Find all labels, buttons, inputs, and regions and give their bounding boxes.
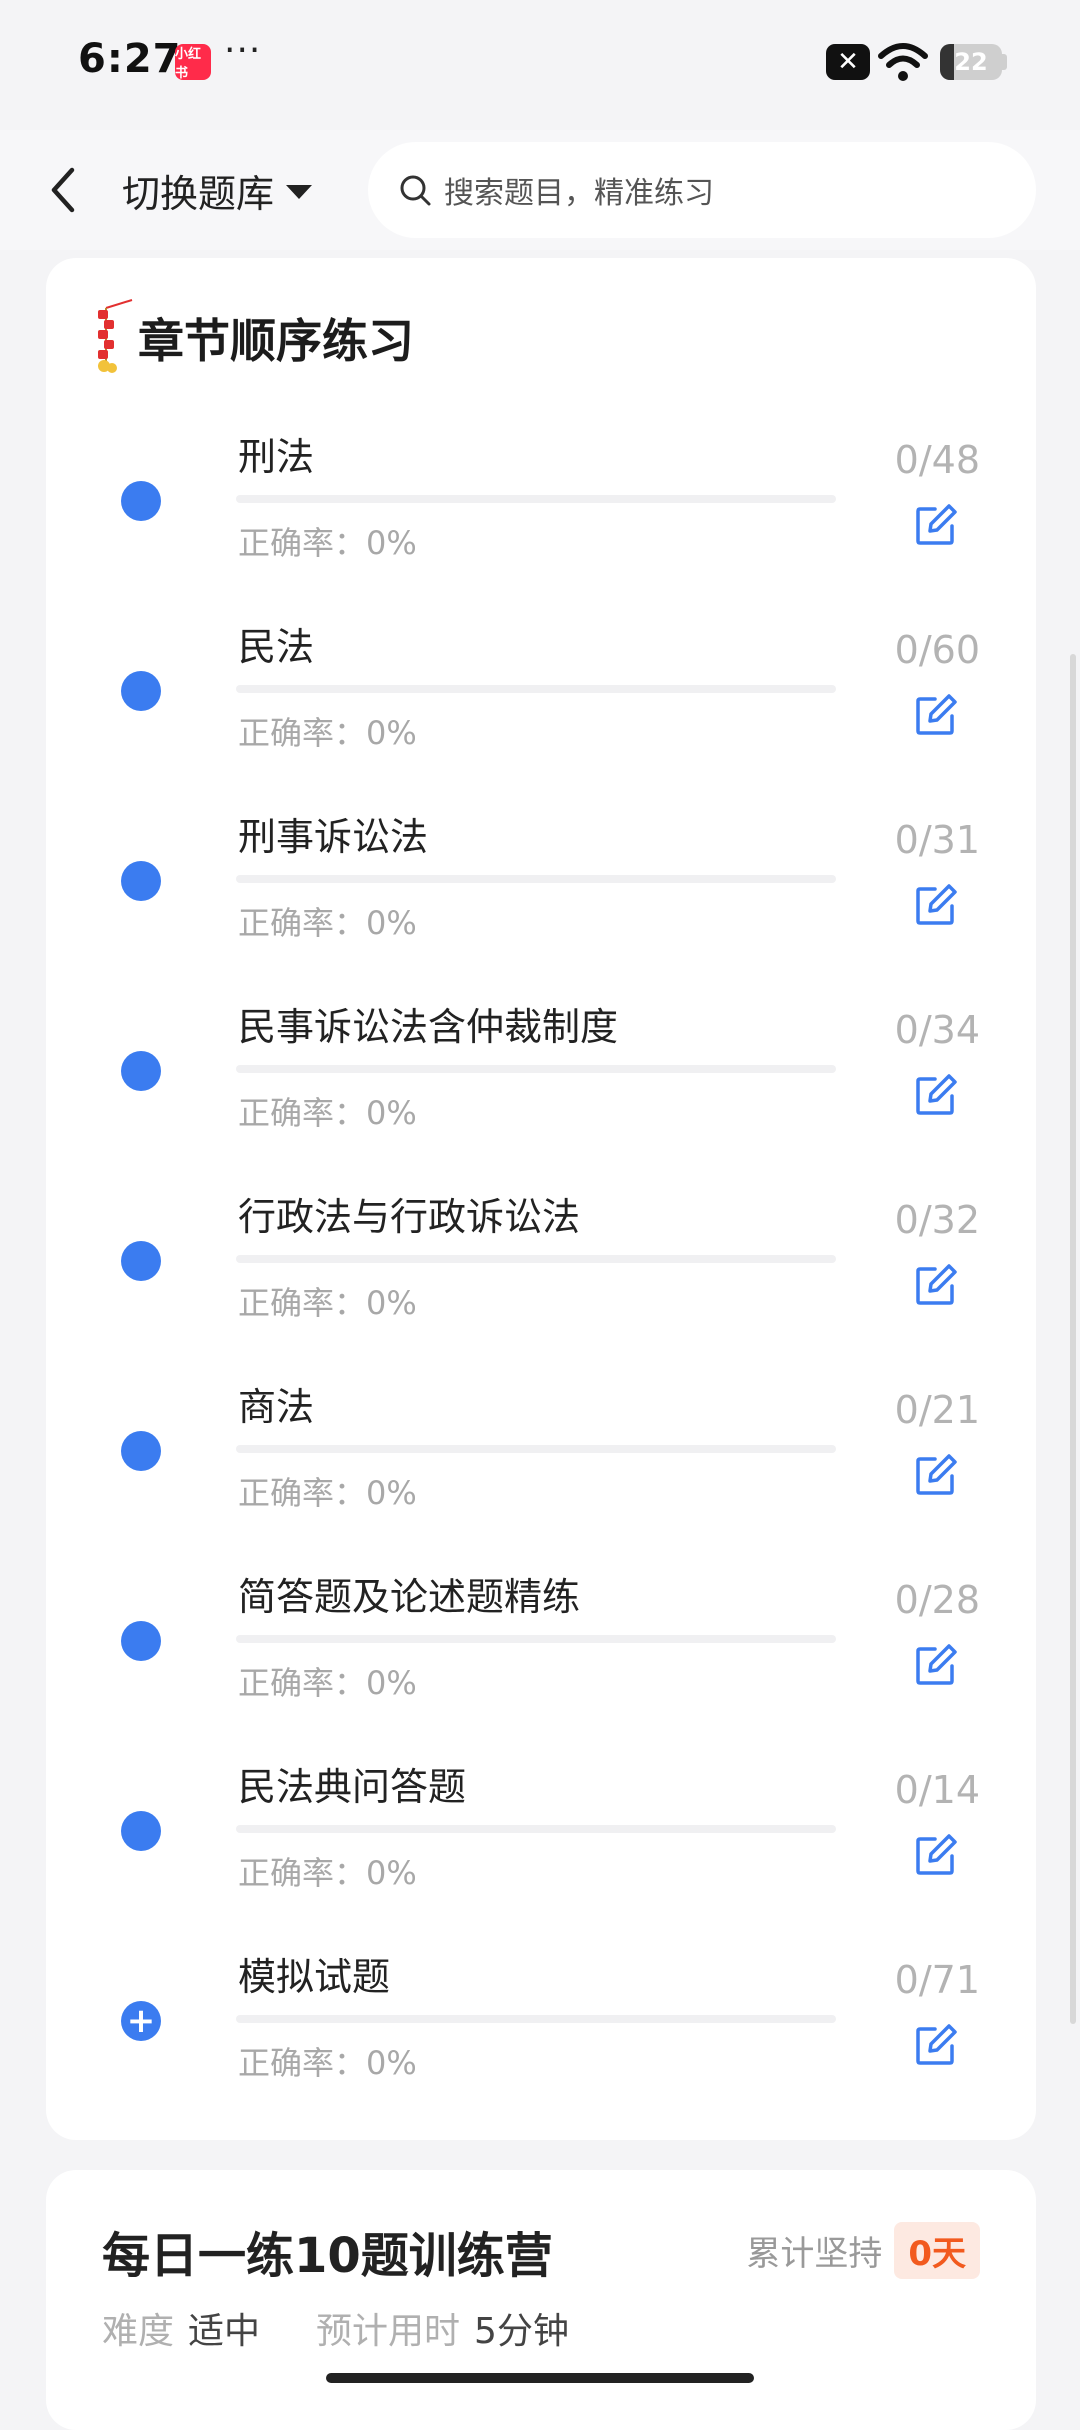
scrollbar[interactable] xyxy=(1070,654,1076,2024)
caret-down-icon xyxy=(286,185,313,199)
edit-icon[interactable] xyxy=(914,2023,958,2067)
chapter-name: 民事诉讼法含仲裁制度 xyxy=(238,1005,619,1049)
accuracy-text: 正确率：0% xyxy=(238,1664,417,1702)
accuracy-text: 正确率：0% xyxy=(238,1284,417,1322)
expand-plus-icon[interactable]: + xyxy=(121,2001,161,2041)
chapter-name: 简答题及论述题精练 xyxy=(238,1575,581,1619)
progress-track xyxy=(236,1825,836,1833)
question-count: 0/60 xyxy=(894,628,980,672)
chapter-item[interactable]: 商法 正确率：0% 0/21 xyxy=(46,1368,1036,1558)
chapter-name: 刑事诉讼法 xyxy=(238,815,429,859)
accuracy-text: 正确率：0% xyxy=(238,2044,417,2082)
question-count: 0/71 xyxy=(894,1958,980,2002)
search-icon xyxy=(400,175,431,206)
edit-icon[interactable] xyxy=(914,1833,958,1877)
accuracy-text: 正确率：0% xyxy=(238,1474,417,1512)
progress-track xyxy=(236,2015,836,2023)
streak-days-badge: 0天 xyxy=(894,2222,980,2279)
progress-track xyxy=(236,1445,836,1453)
edit-icon[interactable] xyxy=(914,883,958,927)
difficulty-value: 适中 xyxy=(188,2311,261,2352)
progress-track xyxy=(236,1065,836,1073)
question-count: 0/48 xyxy=(894,438,980,482)
status-bar: 6:27 小红书 ··· ✕ 22 xyxy=(0,0,1080,130)
chapter-dot-icon xyxy=(121,1431,161,1471)
accuracy-text: 正确率：0% xyxy=(238,904,417,942)
question-count: 0/32 xyxy=(894,1198,980,1242)
chapter-item[interactable]: 刑事诉讼法 正确率：0% 0/31 xyxy=(46,798,1036,988)
status-time: 6:27 xyxy=(78,36,182,82)
progress-track xyxy=(236,685,836,693)
chapter-name: 模拟试题 xyxy=(238,1955,391,1999)
search-input[interactable]: 搜索题目，精准练习 xyxy=(368,142,1036,238)
wifi-icon xyxy=(878,43,928,81)
battery-tip xyxy=(1002,54,1007,70)
difficulty-label: 难度 xyxy=(102,2311,175,2352)
accuracy-text: 正确率：0% xyxy=(238,1854,417,1892)
chapter-dot-icon xyxy=(121,1811,161,1851)
chapter-item[interactable]: 行政法与行政诉讼法 正确率：0% 0/32 xyxy=(46,1178,1036,1368)
question-count: 0/34 xyxy=(894,1008,980,1052)
streak-info: 累计坚持 0天 xyxy=(746,2222,980,2279)
edit-icon[interactable] xyxy=(914,503,958,547)
edit-icon[interactable] xyxy=(914,693,958,737)
chapter-name: 民法 xyxy=(238,625,315,669)
chapter-name: 民法典问答题 xyxy=(238,1765,467,1809)
chapter-item[interactable]: 民法典问答题 正确率：0% 0/14 xyxy=(46,1748,1036,1938)
battery-level: 22 xyxy=(954,48,988,76)
chapter-item[interactable]: 民法 正确率：0% 0/60 xyxy=(46,608,1036,798)
question-count: 0/21 xyxy=(894,1388,980,1432)
chapter-name: 行政法与行政诉讼法 xyxy=(238,1195,581,1239)
question-count: 0/14 xyxy=(894,1768,980,1812)
chapter-item[interactable]: + 模拟试题 正确率：0% 0/71 xyxy=(46,1938,1036,2128)
question-count: 0/31 xyxy=(894,818,980,862)
switch-bank-label: 切换题库 xyxy=(122,171,275,216)
daily-practice-card[interactable]: 每日一练10题训练营 累计坚持 0天 难度 适中 预计用时 5分钟 xyxy=(46,2170,1036,2430)
firecracker-icon xyxy=(98,299,133,373)
xiaohongshu-app-icon: 小红书 xyxy=(175,44,211,81)
home-indicator[interactable] xyxy=(326,2373,754,2383)
card-header: 章节顺序练习 xyxy=(86,298,414,378)
more-notifications-icon: ··· xyxy=(224,30,262,71)
edit-icon[interactable] xyxy=(914,1643,958,1687)
chapter-item[interactable]: 民事诉讼法含仲裁制度 正确率：0% 0/34 xyxy=(46,988,1036,1178)
time-value: 5分钟 xyxy=(474,2311,569,2352)
search-placeholder: 搜索题目，精准练习 xyxy=(444,176,714,211)
top-header: 切换题库 搜索题目，精准练习 xyxy=(0,130,1080,250)
chapter-dot-icon xyxy=(121,671,161,711)
accuracy-text: 正确率：0% xyxy=(238,1094,417,1132)
progress-track xyxy=(236,875,836,883)
accuracy-text: 正确率：0% xyxy=(238,714,417,752)
chapter-item[interactable]: 简答题及论述题精练 正确率：0% 0/28 xyxy=(46,1558,1036,1748)
edit-icon[interactable] xyxy=(914,1263,958,1307)
chapter-dot-icon xyxy=(121,861,161,901)
card-title: 章节顺序练习 xyxy=(138,314,414,368)
chapter-name: 商法 xyxy=(238,1385,315,1429)
back-arrow-icon[interactable] xyxy=(44,160,84,220)
chapter-dot-icon xyxy=(121,1241,161,1281)
daily-card-title: 每日一练10题训练营 xyxy=(102,2228,553,2284)
progress-track xyxy=(236,1635,836,1643)
switch-question-bank-button[interactable]: 切换题库 xyxy=(122,158,313,222)
chapter-practice-card: 章节顺序练习 刑法 正确率：0% 0/48 民法 正确率：0% 0/60 刑事诉… xyxy=(46,258,1036,2140)
progress-track xyxy=(236,495,836,503)
close-notification-icon: ✕ xyxy=(826,44,870,80)
question-count: 0/28 xyxy=(894,1578,980,1622)
chapter-dot-icon xyxy=(121,1621,161,1661)
streak-label: 累计坚持 xyxy=(746,2234,883,2274)
accuracy-text: 正确率：0% xyxy=(238,524,417,562)
edit-icon[interactable] xyxy=(914,1073,958,1117)
chapter-name: 刑法 xyxy=(238,435,315,479)
battery-icon: 22 xyxy=(940,44,1002,80)
chapter-dot-icon xyxy=(121,1051,161,1091)
chapter-item[interactable]: 刑法 正确率：0% 0/48 xyxy=(46,418,1036,608)
progress-track xyxy=(236,1255,836,1263)
edit-icon[interactable] xyxy=(914,1453,958,1497)
time-label: 预计用时 xyxy=(316,2311,461,2352)
daily-meta-row: 难度 适中 预计用时 5分钟 xyxy=(102,2302,625,2354)
chapter-dot-icon xyxy=(121,481,161,521)
